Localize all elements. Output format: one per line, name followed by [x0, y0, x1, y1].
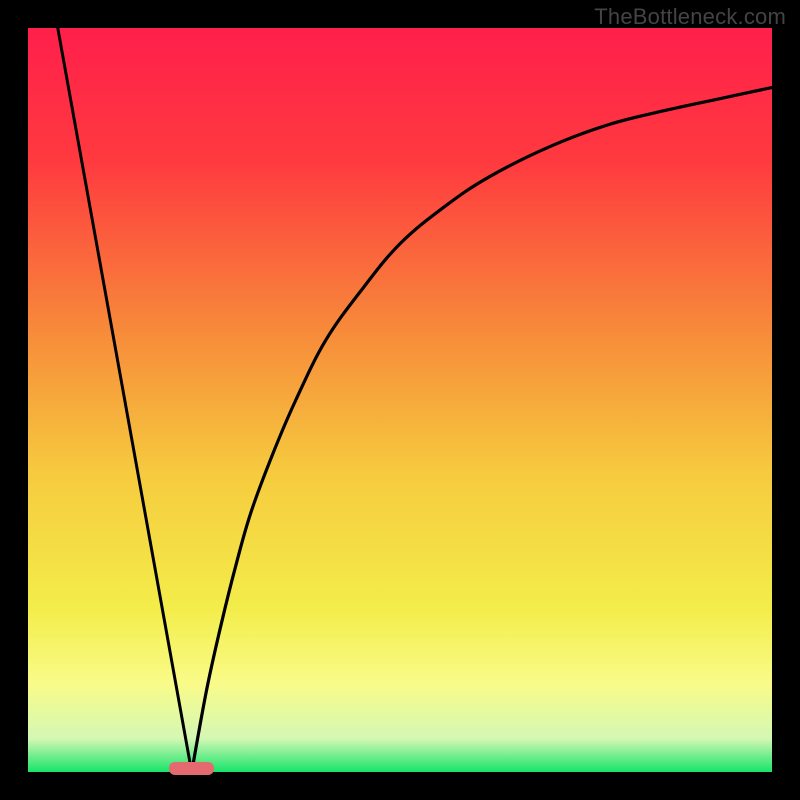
gradient-background — [28, 28, 772, 772]
plot-area — [28, 28, 772, 772]
minimum-marker — [169, 762, 214, 775]
chart-frame: TheBottleneck.com — [0, 0, 800, 800]
watermark-text: TheBottleneck.com — [594, 4, 786, 30]
plot-svg — [28, 28, 772, 772]
